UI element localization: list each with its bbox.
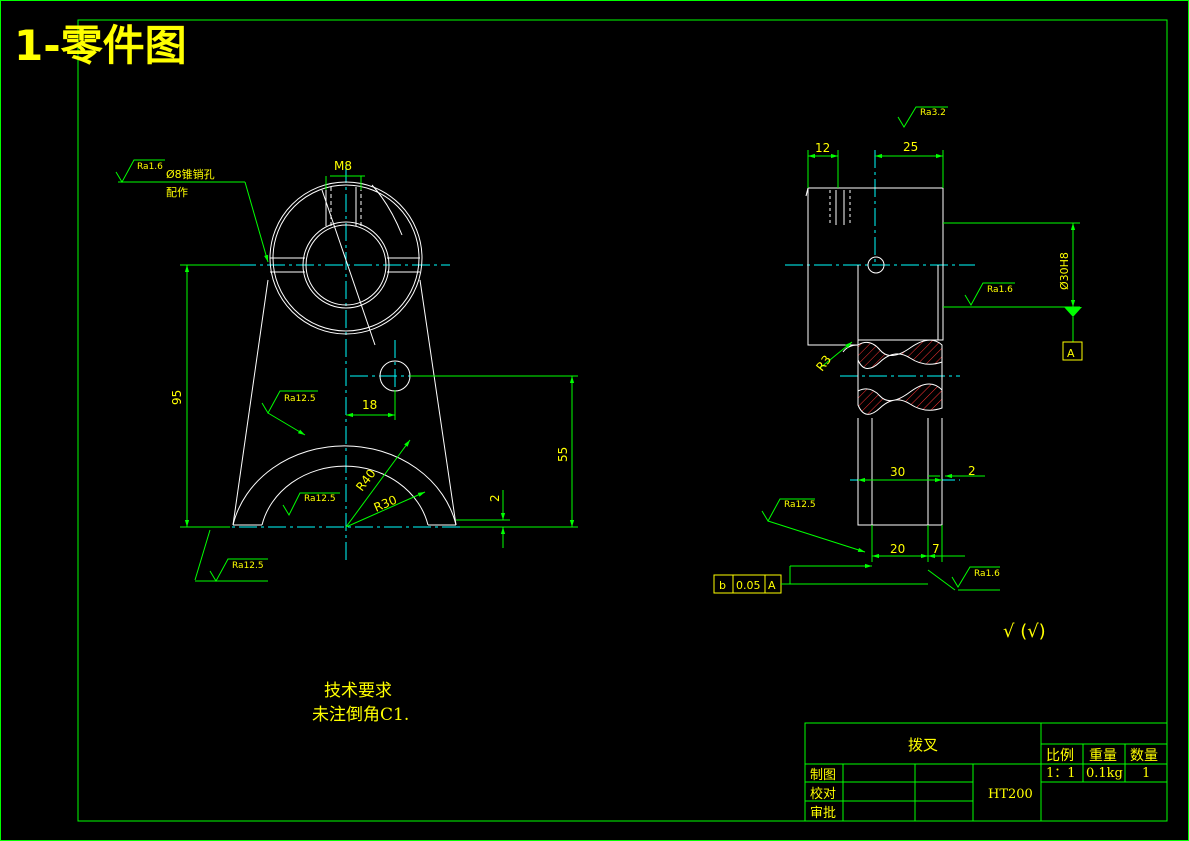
dim-30: 30 <box>890 465 905 479</box>
material: HT200 <box>988 787 1033 802</box>
title-block: 拨叉 比例 重量 数量 1：1 0.1kg 1 制图 校对 审批 HT200 <box>804 722 1168 822</box>
thread-m8: M8 <box>334 159 352 173</box>
inner-border <box>77 19 1168 822</box>
ra-hole: Ra1.6 <box>137 162 163 172</box>
dim-55: 55 <box>556 447 570 462</box>
ra-inner: Ra12.5 <box>304 494 336 504</box>
pin-hole-note: 配作 <box>166 186 188 199</box>
datum-a: A <box>1067 347 1075 360</box>
dim-20: 20 <box>890 542 905 556</box>
qty-value: 1 <box>1142 766 1150 781</box>
ra-top: Ra3.2 <box>920 108 946 118</box>
pin-hole-label: Ø8锥销孔 <box>166 167 215 181</box>
drawing-title: 1-零件图 <box>14 21 187 70</box>
dim-2-side: 2 <box>968 464 976 478</box>
dim-25: 25 <box>903 140 918 154</box>
ra-fork: Ra12.5 <box>784 500 816 510</box>
tol-datum: A <box>768 579 776 592</box>
drawing-canvas: 1-零件图 95 55 18 2 R40 R30 M8 Ø8锥销孔 配作 Ra1… <box>0 0 1189 841</box>
dim-95: 95 <box>170 390 184 405</box>
row-drawn: 制图 <box>810 768 836 783</box>
side-view: R3 12 25 Ra3.2 Ø30H8 A Ra1.6 30 2 20 7 R… <box>713 106 1083 642</box>
part-name: 拨叉 <box>908 736 938 754</box>
row-approved: 审批 <box>810 806 836 821</box>
general-roughness: √ (√) <box>1003 621 1046 642</box>
outer-border <box>0 0 1189 841</box>
dim-12: 12 <box>815 141 830 155</box>
dim-18: 18 <box>362 398 377 412</box>
scale-value: 1：1 <box>1046 766 1076 781</box>
weight-value: 0.1kg <box>1086 766 1123 781</box>
col-qty: 数量 <box>1130 748 1158 764</box>
ra-base: Ra12.5 <box>232 561 264 571</box>
ra-arc: Ra12.5 <box>284 394 316 404</box>
bore-dim: Ø30H8 <box>1058 252 1071 290</box>
row-checked: 校对 <box>810 786 836 802</box>
fillet-r3: R3 <box>813 353 834 374</box>
notes-heading: 技术要求 <box>324 681 392 701</box>
tol-value: 0.05 <box>736 579 761 592</box>
dim-7: 7 <box>932 542 940 556</box>
dim-2-front: 2 <box>488 494 502 502</box>
ra-side: Ra1.6 <box>974 569 1000 579</box>
front-view: 95 55 18 2 R40 R30 M8 Ø8锥销孔 配作 Ra1.6 Ra1… <box>115 159 578 583</box>
ra-bore: Ra1.6 <box>987 285 1013 295</box>
notes-line1: 未注倒角C1. <box>312 705 409 725</box>
technical-notes: 技术要求 未注倒角C1. <box>312 681 409 725</box>
radius-r30: R30 <box>372 493 399 515</box>
col-weight: 重量 <box>1089 748 1117 764</box>
tol-symbol: b <box>719 579 726 592</box>
col-scale: 比例 <box>1046 748 1074 764</box>
